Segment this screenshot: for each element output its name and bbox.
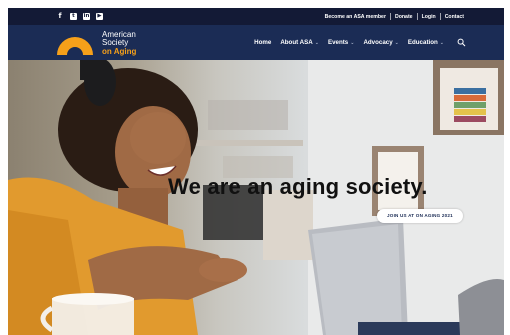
join-on-aging-button[interactable]: JOIN US AT ON AGING 2021 — [377, 209, 463, 223]
chevron-down-icon: ⌄ — [439, 39, 444, 46]
nav-events-label: Events — [327, 39, 349, 46]
utility-links: Become an ASA member Donate Login Contac… — [325, 8, 464, 25]
nav-about-label: About ASA — [280, 39, 313, 46]
contact-link[interactable]: Contact — [445, 14, 464, 20]
utility-bar: f t in ▶ Become an ASA member Donate Log… — [8, 8, 504, 25]
linkedin-icon[interactable]: in — [83, 12, 90, 20]
chevron-down-icon: ⌄ — [350, 39, 355, 46]
divider — [439, 13, 441, 20]
social-links: f t in ▶ — [56, 12, 103, 20]
facebook-icon[interactable]: f — [56, 12, 64, 20]
nav-advocacy[interactable]: Advocacy ⌄ — [363, 39, 398, 46]
main-navbar: American Society on Aging Home About ASA… — [8, 25, 504, 60]
youtube-icon[interactable]: ▶ — [96, 12, 103, 20]
logo-line-3: on Aging — [102, 46, 137, 56]
search-icon[interactable] — [457, 38, 466, 47]
hero-title: We are an aging society. — [168, 174, 428, 199]
chevron-down-icon: ⌄ — [314, 39, 319, 46]
nav-advocacy-label: Advocacy — [363, 39, 393, 46]
nav-events[interactable]: Events ⌄ — [328, 39, 355, 46]
nav-home[interactable]: Home — [254, 39, 271, 46]
divider — [389, 13, 391, 20]
nav-education[interactable]: Education ⌄ — [408, 39, 444, 46]
page: f t in ▶ Become an ASA member Donate Log… — [8, 8, 504, 335]
nav-home-label: Home — [254, 39, 272, 46]
twitter-icon[interactable]: t — [70, 12, 77, 20]
divider — [416, 13, 418, 20]
become-member-link[interactable]: Become an ASA member — [325, 14, 386, 20]
hero-banner: We are an aging society. JOIN US AT ON A… — [8, 60, 504, 335]
chevron-down-icon: ⌄ — [394, 39, 399, 46]
logo-text: American Society on Aging — [102, 30, 137, 56]
login-link[interactable]: Login — [422, 14, 436, 20]
logo-arch-icon — [57, 37, 93, 55]
donate-link[interactable]: Donate — [395, 14, 413, 20]
main-nav: Home About ASA ⌄ Events ⌄ Advocacy ⌄ Educat… — [254, 25, 466, 60]
nav-about[interactable]: About ASA ⌄ — [280, 39, 319, 46]
nav-education-label: Education — [407, 39, 438, 46]
